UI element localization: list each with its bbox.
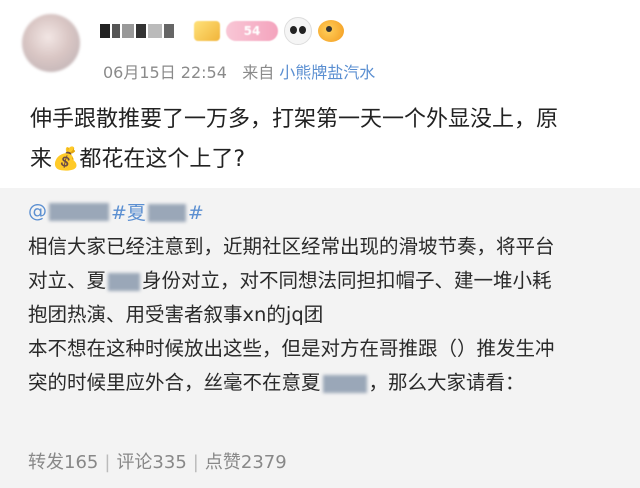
repost-author-at: @: [28, 200, 47, 222]
stats-divider: |: [104, 452, 111, 473]
post-text-line-2-start: 来: [30, 147, 53, 172]
repost-author-line: @ #夏 #: [28, 198, 204, 224]
repost-text-line-5-start: 突的时候里应外合，丝毫不在意夏: [28, 371, 321, 394]
post-text-line-2: 来💰都花在这个上了?: [30, 140, 620, 180]
money-bag-icon: 💰: [52, 147, 80, 172]
redacted-text: [108, 272, 141, 291]
repost-text-line-4: 本不想在这种时候放出这些，但是对方在哥推跟（）推发生冲: [28, 337, 555, 360]
post-meta: 06月15日 22:54 来自 小熊牌盐汽水: [103, 59, 375, 83]
post-header: 54: [100, 16, 344, 46]
like-count[interactable]: 点赞2379: [205, 452, 287, 473]
repost-body: 相信大家已经注意到，近期社区经常出现的滑坡节奏，将平台 对立、夏 身份对立，对不同…: [28, 230, 628, 400]
source-prefix: 来自: [242, 63, 275, 82]
weibo-post: 54 06月15日 22:54 来自 小熊牌盐汽水 伸手跟散推要了一万多，打架第…: [0, 0, 640, 488]
panda-badge-icon[interactable]: [284, 17, 312, 45]
post-date: 06月15日 22:54: [103, 63, 227, 82]
post-text-line-2-end: 都花在这个上了?: [79, 147, 246, 172]
level-badge-text: 54: [243, 24, 261, 38]
redacted-topic: [147, 204, 186, 222]
fish-badge-icon[interactable]: [318, 20, 344, 42]
repost-text-line-2-start: 对立、夏: [28, 269, 107, 292]
repost-text-line-3: 抱团热演、用受害者叙事xn的jq团: [28, 303, 324, 326]
topic-prefix: #夏: [111, 201, 146, 224]
level-badge[interactable]: 54: [226, 21, 278, 41]
reposted-content[interactable]: @ #夏 # 相信大家已经注意到，近期社区经常出现的滑坡节奏，将平台 对立、夏 身份…: [0, 188, 640, 488]
redacted-text: [322, 374, 367, 393]
post-text-line-1: 伸手跟散推要了一万多，打架第一天一个外显没上，原: [30, 107, 559, 132]
repost-author-mention[interactable]: @: [28, 200, 111, 222]
post-source-link[interactable]: 小熊牌盐汽水: [279, 63, 375, 82]
redacted-author: [49, 202, 109, 221]
repost-stats: 转发165 | 评论335 | 点赞2379: [28, 448, 287, 474]
avatar[interactable]: [22, 14, 80, 72]
repost-text-line-2-end: 身份对立，对不同想法同担扣帽子、建一堆小耗: [142, 269, 552, 292]
stats-divider: |: [192, 452, 199, 473]
username-redacted[interactable]: [100, 20, 188, 42]
vip-badge-icon[interactable]: [194, 21, 220, 41]
post-body: 伸手跟散推要了一万多，打架第一天一个外显没上，原 来💰都花在这个上了?: [30, 100, 620, 180]
repost-text-line-2: 对立、夏 身份对立，对不同想法同担扣帽子、建一堆小耗: [28, 264, 628, 298]
comment-count[interactable]: 评论335: [116, 452, 186, 473]
repost-text-line-5-end: ，那么大家请看：: [368, 371, 525, 394]
repost-topic-tag[interactable]: #夏 #: [111, 198, 204, 225]
repost-text-line-1: 相信大家已经注意到，近期社区经常出现的滑坡节奏，将平台: [28, 235, 555, 258]
topic-suffix: #: [187, 201, 204, 224]
repost-count[interactable]: 转发165: [28, 452, 98, 473]
repost-text-line-5: 突的时候里应外合，丝毫不在意夏 ，那么大家请看：: [28, 366, 628, 400]
